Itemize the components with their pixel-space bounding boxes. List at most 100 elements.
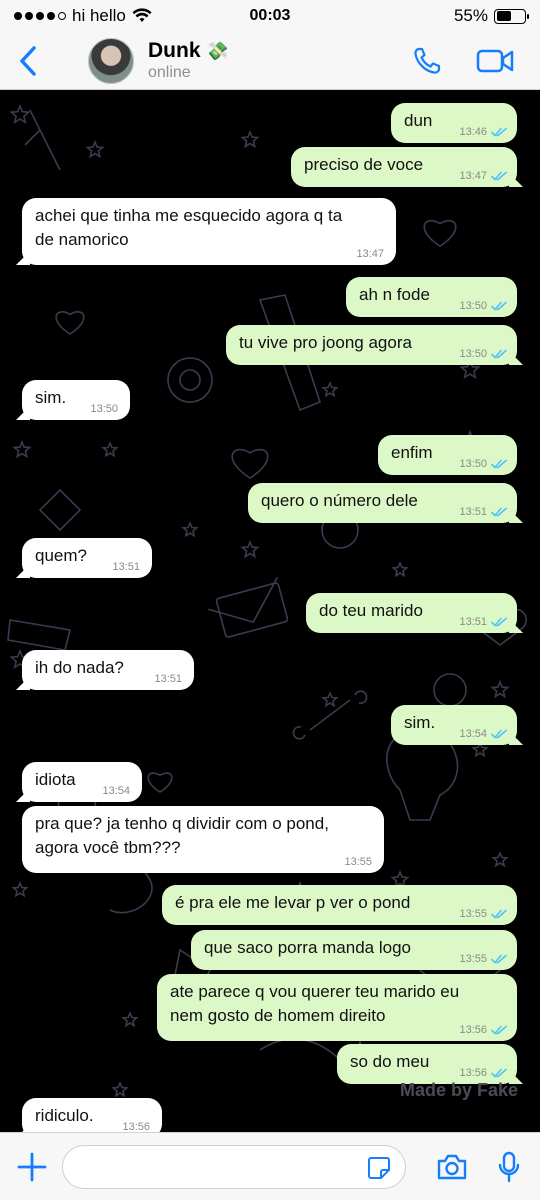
message-time: 13:50 xyxy=(459,458,487,470)
message-text: achei que tinha me esquecido agora q ta d… xyxy=(35,204,342,252)
attach-button[interactable] xyxy=(12,1147,52,1187)
double-check-icon xyxy=(491,127,507,137)
contact-avatar[interactable] xyxy=(88,37,134,84)
message-text: ah n fode xyxy=(359,285,430,304)
double-check-icon xyxy=(491,909,507,919)
sticker-icon[interactable] xyxy=(367,1156,391,1180)
message-meta: 13:46 xyxy=(459,126,507,138)
message-text: ih do nada? xyxy=(35,658,124,677)
message-text: que saco porra manda logo xyxy=(204,938,411,957)
back-button[interactable] xyxy=(6,39,50,83)
message-meta: 13:54 xyxy=(459,728,507,740)
outgoing-message[interactable]: dun 13:46 xyxy=(391,103,517,143)
double-check-icon xyxy=(491,349,507,359)
message-time: 13:56 xyxy=(459,1024,487,1036)
message-time: 13:50 xyxy=(459,348,487,360)
message-line: agora você tbm??? xyxy=(35,838,181,857)
message-time: 13:51 xyxy=(459,506,487,518)
incoming-message[interactable]: quem? 13:51 xyxy=(22,538,152,578)
double-check-icon xyxy=(491,507,507,517)
message-line: pra que? ja tenho q dividir com o pond, xyxy=(35,814,329,833)
message-time: 13:56 xyxy=(459,1067,487,1079)
incoming-message[interactable]: ridiculo. 13:56 xyxy=(22,1098,162,1132)
outgoing-message[interactable]: enfim 13:50 xyxy=(378,435,517,475)
chat-header: Dunk 💸 online xyxy=(0,32,540,90)
outgoing-message[interactable]: ate parece q vou querer teu marido eu nem… xyxy=(157,974,517,1041)
message-text: sim. xyxy=(404,713,436,732)
message-time: 13:55 xyxy=(459,953,487,965)
outgoing-message[interactable]: quero o número dele 13:51 xyxy=(248,483,517,523)
message-time: 13:55 xyxy=(459,908,487,920)
message-meta: 13:50 xyxy=(459,458,507,470)
signal-strength-icon xyxy=(14,12,66,20)
message-meta: 13:56 xyxy=(459,1024,507,1036)
incoming-message[interactable]: ih do nada? 13:51 xyxy=(22,650,194,690)
message-line: ate parece q vou querer teu marido eu xyxy=(170,982,460,1001)
outgoing-message[interactable]: ah n fode 13:50 xyxy=(346,277,517,317)
message-time: 13:46 xyxy=(459,126,487,138)
message-time: 13:50 xyxy=(459,300,487,312)
incoming-message[interactable]: pra que? ja tenho q dividir com o pond, a… xyxy=(22,806,384,873)
message-text: sim. xyxy=(35,388,67,407)
message-text: preciso de voce xyxy=(304,155,424,174)
message-meta: 13:56 xyxy=(459,1067,507,1079)
message-meta: 13:51 xyxy=(459,616,507,628)
double-check-icon xyxy=(491,1068,507,1078)
incoming-message[interactable]: idiota 13:54 xyxy=(22,762,142,802)
message-meta: 13:50 xyxy=(459,348,507,360)
contact-name: Dunk xyxy=(148,38,201,62)
message-line: nem gosto de homem direito xyxy=(170,1006,386,1025)
incoming-message[interactable]: achei que tinha me esquecido agora q ta d… xyxy=(22,198,396,265)
outgoing-message[interactable]: do teu marido 13:51 xyxy=(306,593,517,633)
message-time: 13:51 xyxy=(459,616,487,628)
message-meta: 13:56 xyxy=(122,1121,150,1132)
message-input[interactable] xyxy=(62,1144,406,1189)
message-time: 13:47 xyxy=(459,170,487,182)
message-time: 13:54 xyxy=(102,785,130,797)
message-time: 13:55 xyxy=(344,856,372,868)
message-meta: 13:55 xyxy=(344,856,372,868)
message-meta: 13:50 xyxy=(90,403,118,415)
contact-info[interactable]: Dunk 💸 online xyxy=(148,39,229,83)
message-text: ridiculo. xyxy=(35,1106,94,1125)
message-time: 13:50 xyxy=(90,403,118,415)
message-meta: 13:50 xyxy=(459,300,507,312)
video-call-icon[interactable] xyxy=(476,48,514,74)
outgoing-message[interactable]: que saco porra manda logo 13:55 xyxy=(191,930,517,970)
input-bar xyxy=(0,1132,540,1200)
message-line: achei que tinha me esquecido agora q ta xyxy=(35,206,343,225)
battery-icon xyxy=(494,8,529,24)
message-text: tu vive pro joong agora xyxy=(239,333,412,352)
outgoing-message[interactable]: sim. 13:54 xyxy=(391,705,517,745)
outgoing-message[interactable]: so do meu 13:56 xyxy=(337,1044,517,1084)
message-text: enfim xyxy=(391,443,433,462)
camera-icon[interactable] xyxy=(436,1153,468,1181)
plus-icon xyxy=(17,1152,47,1181)
carrier-info: hi hello xyxy=(14,6,152,26)
phone-icon[interactable] xyxy=(412,46,442,76)
double-check-icon xyxy=(491,459,507,469)
battery-percent: 55% xyxy=(453,6,488,25)
message-text: quem? xyxy=(35,546,87,565)
message-time: 13:47 xyxy=(356,248,384,260)
message-line: de namorico xyxy=(35,230,129,249)
double-check-icon xyxy=(491,1025,507,1035)
status-bar: hi hello 00:03 55% xyxy=(0,0,540,32)
back-chevron-icon xyxy=(20,45,36,76)
outgoing-message[interactable]: tu vive pro joong agora 13:50 xyxy=(226,325,517,365)
message-time: 13:51 xyxy=(154,673,182,685)
double-check-icon xyxy=(491,301,507,311)
message-text: do teu marido xyxy=(319,601,423,620)
microphone-icon[interactable] xyxy=(498,1151,520,1183)
outgoing-message[interactable]: é pra ele me levar p ver o pond 13:55 xyxy=(162,885,517,925)
message-time: 13:56 xyxy=(122,1121,150,1132)
contact-status: online xyxy=(148,63,191,81)
message-time: 13:51 xyxy=(112,561,140,573)
message-meta: 13:47 xyxy=(356,248,384,260)
outgoing-message[interactable]: preciso de voce 13:47 xyxy=(291,147,517,187)
incoming-message[interactable]: sim. 13:50 xyxy=(22,380,130,420)
message-meta: 13:51 xyxy=(154,673,182,685)
chat-area[interactable]: dun 13:46 preciso de voce 13:47 achei que ti… xyxy=(0,90,540,1132)
message-text: dun xyxy=(404,111,433,130)
double-check-icon xyxy=(491,171,507,181)
